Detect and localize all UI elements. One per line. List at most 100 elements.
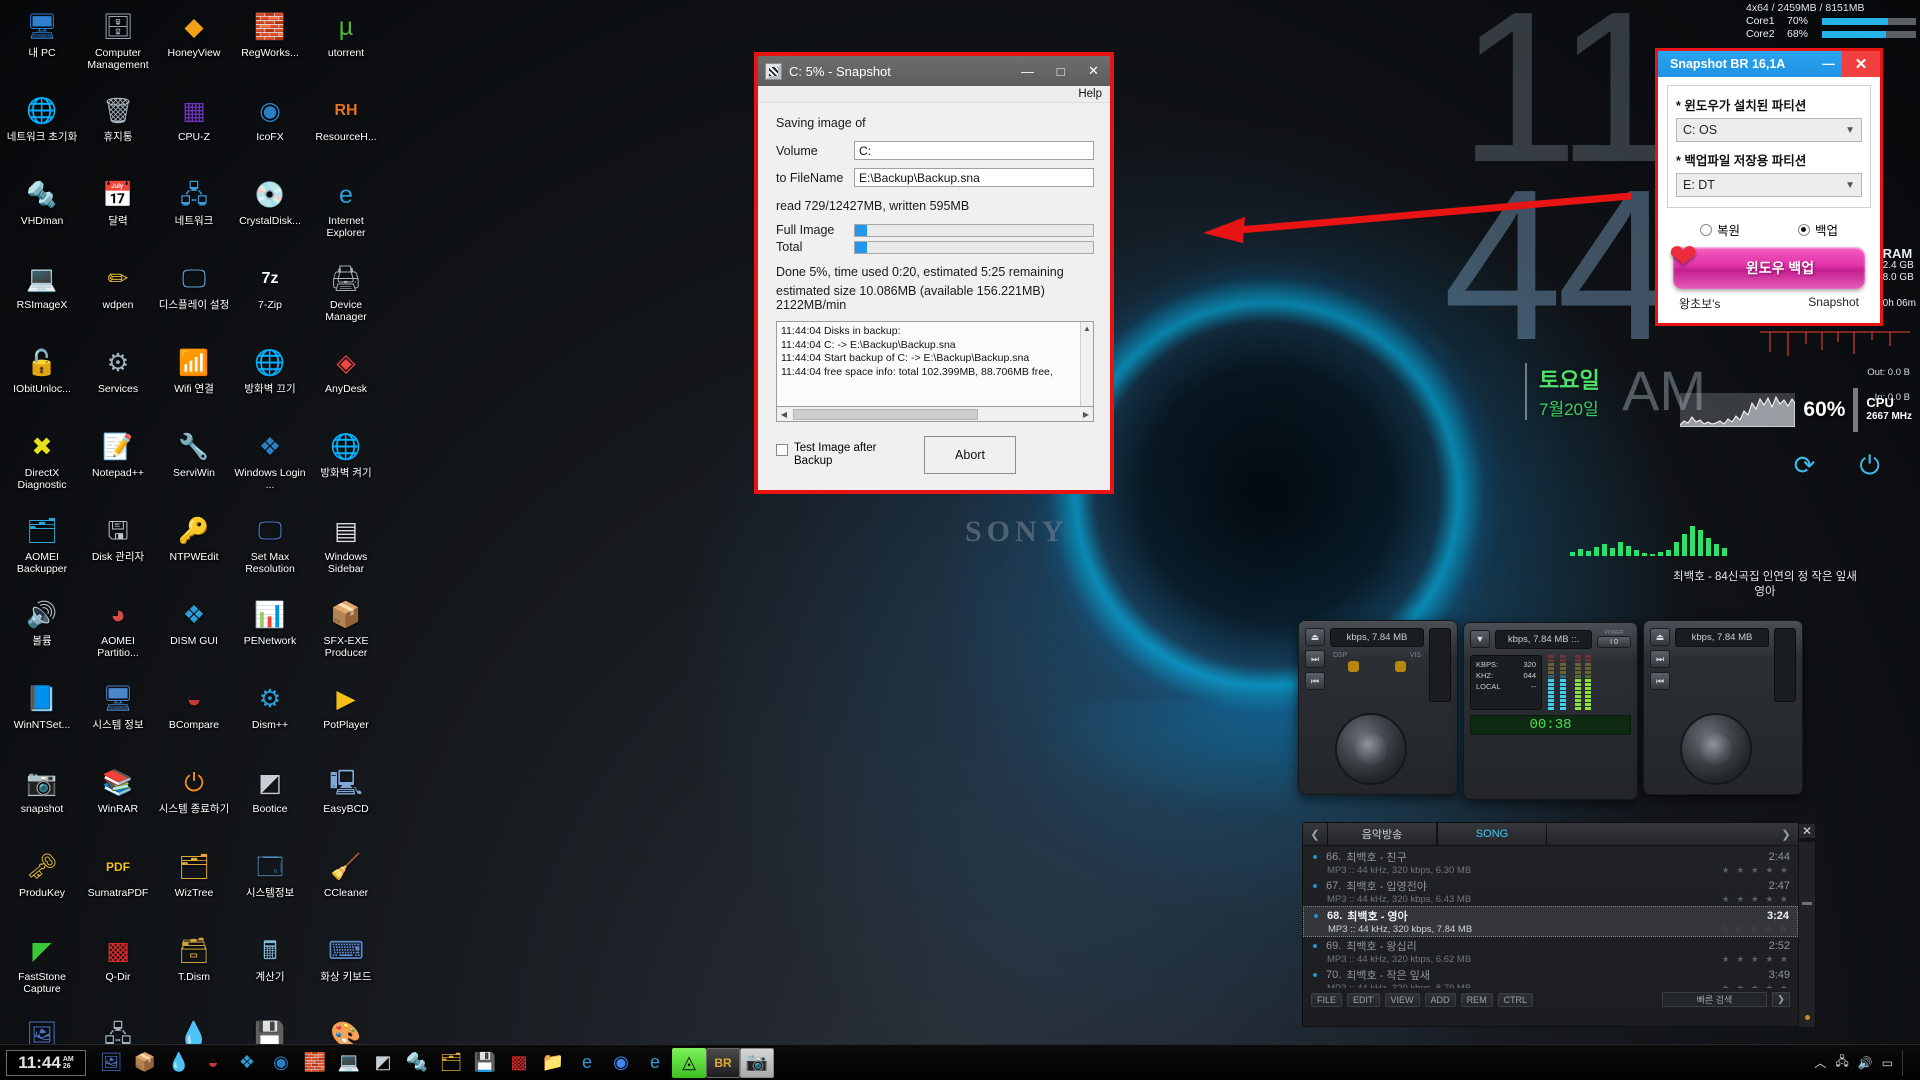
desktop-icon-produkey[interactable]: 🗝 ProduKey (4, 844, 80, 928)
minimize-button[interactable]: — (1011, 56, 1044, 86)
desktop-icon-icofx[interactable]: ◉ IcoFX (232, 88, 308, 172)
desktop-icon-honeyview[interactable]: ◆ HoneyView (156, 4, 232, 88)
log-scroll-left-arrow[interactable]: ◀ (777, 410, 791, 419)
backup-radio[interactable] (1797, 223, 1810, 236)
next-button-left[interactable]: ⏭ (1305, 650, 1325, 668)
dsp-toggle-left[interactable] (1348, 661, 1359, 672)
snapshot-log-box[interactable]: 11:44:04 Disks in backup: 11:44:04 C: -> … (776, 321, 1094, 407)
desktop-icon-system-info2[interactable]: 🗔 시스템정보 (232, 844, 308, 928)
desktop-icon-display-settings[interactable]: 🖵 디스플레이 설정 (156, 256, 232, 340)
desktop-icon-wdpen[interactable]: ✏ wdpen (80, 256, 156, 340)
desktop-icon-windows-sidebar[interactable]: ▤ Windows Sidebar (308, 508, 384, 592)
desktop-icon-recycle-bin[interactable]: 🗑 휴지통 (80, 88, 156, 172)
desktop-icon-serviwin[interactable]: 🔧 ServiWin (156, 424, 232, 508)
playlist-row[interactable]: 70. 최백호 - 작은 잎새 3:49MP3 :: 44 kHz, 320 kbp… (1303, 966, 1798, 988)
desktop-icon-regworks[interactable]: 🧱 RegWorks... (232, 4, 308, 88)
desktop-icon-wiztree[interactable]: 🗂 WizTree (156, 844, 232, 928)
windows-backup-button[interactable]: ❤ 윈도우 백업 (1669, 238, 1865, 289)
desktop-icon-potplayer[interactable]: ▶ PotPlayer (308, 676, 384, 760)
desktop-icon-system-info[interactable]: 🖥 시스템 정보 (80, 676, 156, 760)
desktop-icon-network-reset[interactable]: 🌐 네트워크 초기화 (4, 88, 80, 172)
desktop-icon-disk-manager[interactable]: 🖫 Disk 관리자 (80, 508, 156, 592)
backup-partition-select[interactable]: E: DT ▼ (1676, 173, 1862, 197)
desktop-icon-penetwork[interactable]: 📊 PENetwork (232, 592, 308, 676)
dj-player-mid[interactable]: ▼ kbps, 7.84 MB ::. POWER I 0 KBPS: 320 … (1463, 622, 1638, 800)
desktop-icon-tdism[interactable]: 🗃 T.Dism (156, 928, 232, 1012)
desktop-icon-computer-management[interactable]: 🗄 Computer Management (80, 4, 156, 88)
desktop-icon-vhdman[interactable]: 🔩 VHDman (4, 172, 80, 256)
track-rating[interactable]: ☆ ☆ ☆ ☆ ☆ (1721, 924, 1789, 935)
show-desktop-button[interactable] (1902, 1049, 1910, 1076)
desktop-icon-sfx-exe-producer[interactable]: 📦 SFX-EXE Producer (308, 592, 384, 676)
track-rating[interactable]: ★ ★ ★ ★ ★ (1722, 865, 1790, 876)
taskbar-app-dism-gui[interactable]: ❖ (230, 1048, 264, 1078)
desktop-icon-windows-login[interactable]: ❖ Windows Login ... (232, 424, 308, 508)
show-hidden-icons-icon[interactable]: ︿ (1814, 1054, 1826, 1071)
desktop-icon-qdir[interactable]: ▩ Q-Dir (80, 928, 156, 1012)
playlist-search-input[interactable]: 빠른 검색 (1662, 992, 1767, 1007)
desktop-icon-bootice[interactable]: ◩ Bootice (232, 760, 308, 844)
playlist-row[interactable]: 69. 최백호 - 왕십리 2:52 MP3 :: 44 kHz, 320 kbps,… (1303, 937, 1798, 966)
desktop-icon-on-screen-keyboard[interactable]: ⌨ 화상 키보드 (308, 928, 384, 1012)
desktop-icon-calculator[interactable]: 🖩 계산기 (232, 928, 308, 1012)
playlist-panel[interactable]: ❮ 음악방송 SONG ❯ 66. 최백호 - 친구 2:44 MP3 :: 44 k… (1302, 822, 1816, 1028)
br-close-button[interactable]: ✕ (1842, 51, 1880, 77)
taskbar-app-internet-explorer-2[interactable]: e (638, 1048, 672, 1078)
desktop-icon-easybcd[interactable]: 🖳 EasyBCD (308, 760, 384, 844)
power-icon[interactable]: ⏻ (1859, 450, 1880, 482)
track-rating[interactable]: ★ ★ ★ ★ ★ (1722, 894, 1790, 905)
playlist-side-rail[interactable] (1798, 841, 1816, 1028)
refresh-icon[interactable]: ⟳ (1794, 450, 1816, 482)
playlist-close-button[interactable]: ✕ (1798, 823, 1816, 839)
jog-wheel-right[interactable] (1680, 713, 1752, 785)
restore-radio[interactable] (1699, 223, 1712, 236)
eject-button-left[interactable]: ⏏ (1305, 628, 1325, 646)
desktop-icon-shutdown[interactable]: ⏻ 시스템 종료하기 (156, 760, 232, 844)
desktop-icon-dismpp[interactable]: ⚙ Dism++ (232, 676, 308, 760)
desktop-icon-winntsetup[interactable]: 📘 WinNTSet... (4, 676, 80, 760)
volume-input[interactable] (854, 141, 1094, 160)
volume-tray-icon[interactable]: 🔊 (1858, 1056, 1873, 1070)
taskbar-app-sfx-exe-producer[interactable]: 📦 (128, 1048, 162, 1078)
desktop-icon-set-max-resolution[interactable]: 🖵 Set Max Resolution (232, 508, 308, 592)
br-titlebar[interactable]: Snapshot BR 16,1A — ✕ (1658, 51, 1880, 77)
desktop-icon-services[interactable]: ⚙ Services (80, 340, 156, 424)
playlist-button-ctrl[interactable]: CTRL (1497, 992, 1534, 1007)
playlist-row[interactable]: 67. 최백호 - 입영전야 2:47 MP3 :: 44 kHz, 320 kbps… (1303, 877, 1798, 906)
snapshot-br-window[interactable]: Snapshot BR 16,1A — ✕ * 윈도우가 설치된 파티션 C: … (1655, 48, 1883, 326)
desktop-icon-network[interactable]: 🖧 네트워크 (156, 172, 232, 256)
taskbar-app-aomei[interactable]: ◬ (672, 1047, 706, 1078)
desktop-icon-directx-diagnostic[interactable]: ✖ DirectX Diagnostic (4, 424, 80, 508)
desktop-icon-winrar[interactable]: 📚 WinRAR (80, 760, 156, 844)
desktop-icon-firewall-on[interactable]: 🌐 방화벽 켜기 (308, 424, 384, 508)
taskbar-app-bootice[interactable]: ◩ (366, 1048, 400, 1078)
taskbar-app-bcompare[interactable]: ◒ (196, 1048, 230, 1078)
taskbar-app-file-explorer[interactable]: 📁 (536, 1048, 570, 1078)
desktop-icon-anydesk[interactable]: ◈ AnyDesk (308, 340, 384, 424)
eject-button-right[interactable]: ⏏ (1650, 628, 1670, 646)
snapshot-titlebar[interactable]: C: 5% - Snapshot — □ ✕ (758, 56, 1110, 86)
desktop-icon-utorrent[interactable]: µ utorrent (308, 4, 384, 88)
playlist-prev-button[interactable]: ❮ (1303, 823, 1327, 845)
test-image-checkbox[interactable] (776, 444, 788, 456)
desktop-icon-7zip[interactable]: 7z 7-Zip (232, 256, 308, 340)
snapshot-backup-window[interactable]: C: 5% - Snapshot — □ ✕ Help Saving image… (754, 52, 1114, 494)
taskbar-app-snapshot-br[interactable]: BR (706, 1047, 740, 1078)
dj-player-right[interactable]: ⏏ ⏭ ⏮ kbps, 7.84 MB (1643, 620, 1803, 795)
maximize-button[interactable]: □ (1044, 56, 1077, 86)
os-partition-select[interactable]: C: OS ▼ (1676, 118, 1862, 142)
backup-radio-wrapper[interactable]: 백업 (1797, 220, 1838, 239)
log-horizontal-scrollbar[interactable]: ◀ ▶ (776, 407, 1094, 422)
taskbar-app-wiztree[interactable]: 🗂 (434, 1048, 468, 1078)
desktop-icon-calendar[interactable]: 📅 달력 (80, 172, 156, 256)
next-button-right[interactable]: ⏭ (1650, 650, 1670, 668)
taskbar-app-regworkshop[interactable]: 🧱 (298, 1048, 332, 1078)
taskbar-app-icofx[interactable]: ◉ (264, 1048, 298, 1078)
filename-input[interactable] (854, 168, 1094, 187)
taskbar-clock[interactable]: 11:44 AM 26 (6, 1049, 86, 1076)
track-rating[interactable]: ★ ★ ★ ★ ★ (1722, 954, 1790, 965)
jog-wheel-left[interactable] (1335, 713, 1407, 785)
power-button-mid[interactable]: I 0 (1597, 636, 1631, 648)
desktop-icon-aomei-backupper[interactable]: 🗂 AOMEI Backupper (4, 508, 80, 592)
desktop-icon-iobit-unlocker[interactable]: 🔓 IObitUnloc... (4, 340, 80, 424)
